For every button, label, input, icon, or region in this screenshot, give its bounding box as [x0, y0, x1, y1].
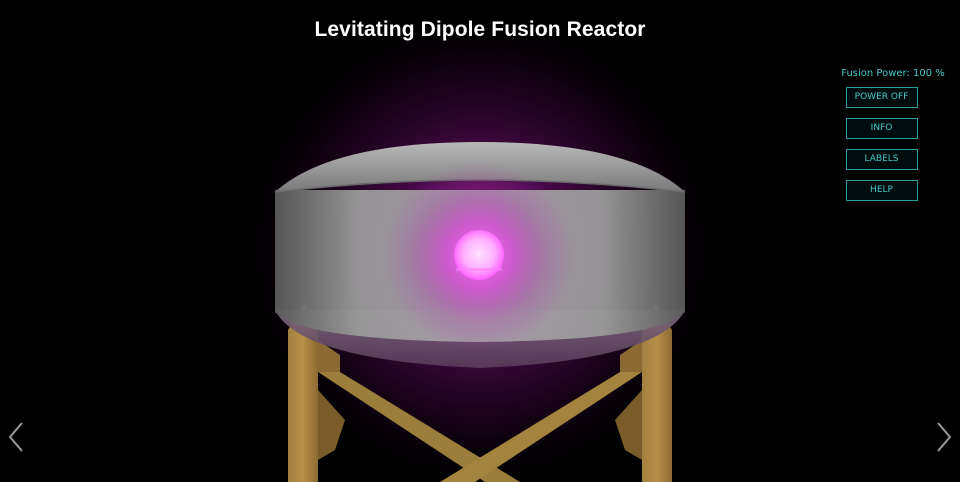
previous-arrow-button[interactable] [4, 420, 30, 454]
help-button[interactable]: HELP [845, 180, 918, 201]
reactor-scene [0, 0, 960, 482]
power-off-button[interactable]: POWER OFF [845, 87, 918, 108]
control-panel: Fusion Power: 100 % POWER OFF INFO LABEL… [834, 68, 945, 211]
fusion-power-readout: Fusion Power: 100 % [841, 68, 945, 79]
chevron-right-icon [937, 422, 952, 452]
labels-button[interactable]: LABELS [845, 149, 918, 170]
info-button[interactable]: INFO [845, 118, 918, 139]
next-arrow-button[interactable] [930, 420, 956, 454]
levitated-magnet-core [454, 230, 504, 280]
page-title: Levitating Dipole Fusion Reactor [314, 18, 646, 41]
chevron-left-icon [8, 422, 23, 452]
